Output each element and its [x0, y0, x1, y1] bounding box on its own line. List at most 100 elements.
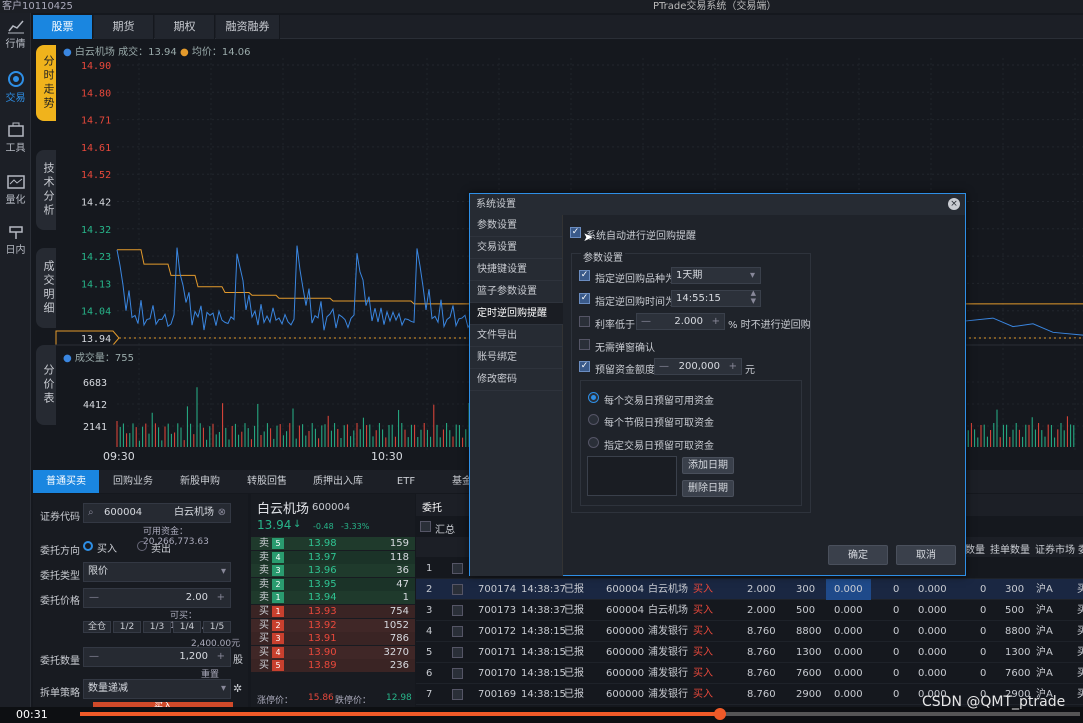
ask-level[interactable]: 卖 5 13.98 159 — [251, 537, 415, 550]
reserve-stepper[interactable]: — 200,000 + — [654, 358, 742, 375]
order-row-checkbox[interactable] — [452, 647, 463, 658]
rail-item-intraday[interactable]: 日内 — [0, 219, 31, 265]
ask-level[interactable]: 卖 4 13.97 118 — [251, 550, 415, 564]
variety-checkbox[interactable]: ✓ — [579, 270, 590, 281]
level-price: 13.90 — [308, 646, 337, 658]
date-list[interactable] — [587, 456, 677, 496]
rail-item-trade[interactable]: 交易 — [0, 65, 31, 111]
bid-level[interactable]: 买 1 13.93 754 — [251, 605, 415, 618]
code-input[interactable]: ⌕ 600004 白云机场 ⊗ — [83, 503, 231, 523]
qty-stepper[interactable]: — 1,200 + — [83, 647, 231, 667]
enable-repo-checkbox[interactable]: ✓ — [570, 227, 581, 238]
tab-etf[interactable]: ETF — [376, 470, 436, 493]
order-row-checkbox[interactable] — [452, 626, 463, 637]
player-knob[interactable] — [714, 708, 726, 720]
order-cell-price: 2.000 — [747, 605, 776, 616]
player-track[interactable] — [80, 708, 1080, 720]
level-number: 4 — [272, 646, 284, 658]
radio-every-trading-day[interactable] — [588, 392, 599, 403]
gear-icon[interactable]: ✲ — [233, 682, 242, 695]
order-row[interactable]: 4 700172 14:38:15 已报 600000 浦发银行 买入 8.760 8800 0.… — [416, 621, 1083, 642]
order-row[interactable]: 2 700174 14:38:37 已报 600004 白云机场 买入 2.000 300 0.0… — [416, 579, 1083, 600]
order-row[interactable]: 6 700170 14:38:15 已报 600000 浦发银行 买入 8.760 7600 0.… — [416, 663, 1083, 684]
radio-every-holiday[interactable] — [588, 414, 599, 425]
price-stepper[interactable]: — 2.00 + — [83, 588, 231, 608]
delete-date-button[interactable]: 删除日期 — [682, 480, 734, 497]
rate-checkbox[interactable] — [579, 316, 590, 327]
type-label: 委托类型 — [40, 571, 80, 582]
tab-normal-trade[interactable]: 普通买卖 — [33, 470, 99, 493]
spinner-icon[interactable]: ▲ ▼ — [751, 289, 756, 305]
order-cell-dir: 买入 — [693, 605, 713, 616]
tab-convert[interactable]: 转股回售 — [234, 470, 300, 493]
plus-icon[interactable]: + — [712, 314, 720, 329]
type-select[interactable]: 限价 ▾ — [83, 562, 231, 582]
plus-icon[interactable]: + — [217, 589, 225, 607]
rate-stepper[interactable]: — 2.000 + — [636, 313, 725, 330]
rail-item-market[interactable]: 行情 — [0, 13, 31, 59]
menu-trade-settings[interactable]: 交易设置 — [470, 237, 563, 259]
minus-icon[interactable]: — — [89, 648, 99, 666]
reserve-checkbox[interactable]: ✓ — [579, 361, 590, 372]
ask-level[interactable]: 卖 3 13.96 36 — [251, 564, 415, 578]
order-row-checkbox[interactable] — [452, 689, 463, 700]
plus-icon[interactable]: + — [217, 648, 225, 666]
bid-level[interactable]: 买 4 13.90 3270 — [251, 645, 415, 659]
sell-radio[interactable] — [137, 541, 147, 551]
tab-options[interactable]: 期权 — [155, 15, 215, 39]
tab-pledge[interactable]: 质押出入库 — [301, 470, 375, 493]
variety-select[interactable]: 1天期 ▾ — [671, 267, 761, 284]
radio-specified-day[interactable] — [588, 437, 599, 448]
close-icon[interactable]: × — [948, 198, 960, 210]
menu-account-binding[interactable]: 账号绑定 — [470, 347, 563, 369]
menu-param-settings[interactable]: 参数设置 — [470, 215, 563, 237]
cancel-button[interactable]: 取消 — [896, 545, 956, 565]
add-date-button[interactable]: 添加日期 — [682, 457, 734, 474]
buy-radio[interactable] — [83, 541, 93, 551]
bid-level[interactable]: 买 5 13.89 236 — [251, 659, 415, 673]
minus-icon[interactable]: — — [641, 314, 651, 329]
time-input[interactable]: 14:55:15 ▲ ▼ — [671, 289, 761, 307]
plus-icon[interactable]: + — [729, 359, 737, 374]
order-row-checkbox[interactable] — [452, 563, 463, 574]
fraction-half-button[interactable]: 1/2 — [113, 621, 141, 633]
split-select[interactable]: 数量递减 ▾ — [83, 679, 231, 699]
bid-level[interactable]: 买 3 13.91 786 — [251, 632, 415, 646]
tab-stock[interactable]: 股票 — [33, 15, 93, 39]
time-checkbox[interactable]: ✓ — [579, 293, 590, 304]
order-cell-name: 浦发银行 — [648, 668, 688, 679]
window-title: PTrade交易系统（交易端） — [653, 1, 777, 12]
rail-item-tools[interactable]: 工具 — [0, 117, 31, 163]
fraction-third-button[interactable]: 1/3 — [143, 621, 171, 633]
no-popup-checkbox[interactable] — [579, 339, 590, 350]
tab-repo[interactable]: 回购业务 — [100, 470, 166, 493]
minus-icon[interactable]: — — [659, 359, 669, 374]
order-row[interactable]: 3 700173 14:38:37 已报 600004 白云机场 买入 2.000 500 0.0… — [416, 600, 1083, 621]
order-row-checkbox[interactable] — [452, 584, 463, 595]
order-row[interactable]: 5 700171 14:38:15 已报 600000 浦发银行 买入 8.760 1300 0.… — [416, 642, 1083, 663]
ask-level[interactable]: 卖 2 13.95 47 — [251, 577, 415, 591]
order-row-checkbox[interactable] — [452, 668, 463, 679]
tab-margin[interactable]: 融资融券 — [216, 15, 280, 39]
tab-orders[interactable]: 委托 — [422, 499, 442, 514]
menu-file-export[interactable]: 文件导出 — [470, 325, 563, 347]
fraction-all-button[interactable]: 全仓 — [83, 621, 111, 633]
rail-item-quant[interactable]: 量化 — [0, 169, 31, 215]
ok-button[interactable]: 确定 — [828, 545, 888, 565]
fraction-quarter-button[interactable]: 1/4 — [173, 621, 201, 633]
bid-level[interactable]: 买 2 13.92 1052 — [251, 618, 415, 632]
tab-ipo[interactable]: 新股申购 — [167, 470, 233, 493]
tab-futures[interactable]: 期货 — [94, 15, 154, 39]
menu-basket-settings[interactable]: 篮子参数设置 — [470, 281, 563, 303]
sum-checkbox[interactable] — [420, 521, 431, 532]
menu-change-password[interactable]: 修改密码 — [470, 369, 563, 391]
ask-level[interactable]: 卖 1 13.94 1 — [251, 591, 415, 605]
menu-hotkey-settings[interactable]: 快捷键设置 — [470, 259, 563, 281]
order-cell-qty: 7600 — [796, 668, 822, 679]
fraction-buttons: 全仓 1/2 1/3 1/4 1/5 — [83, 621, 233, 633]
menu-repo-reminder[interactable]: 定时逆回购提醒 — [470, 303, 563, 325]
order-row-checkbox[interactable] — [452, 605, 463, 616]
minus-icon[interactable]: — — [89, 589, 99, 607]
clear-icon[interactable]: ⊗ — [218, 504, 226, 522]
fraction-fifth-button[interactable]: 1/5 — [203, 621, 231, 633]
